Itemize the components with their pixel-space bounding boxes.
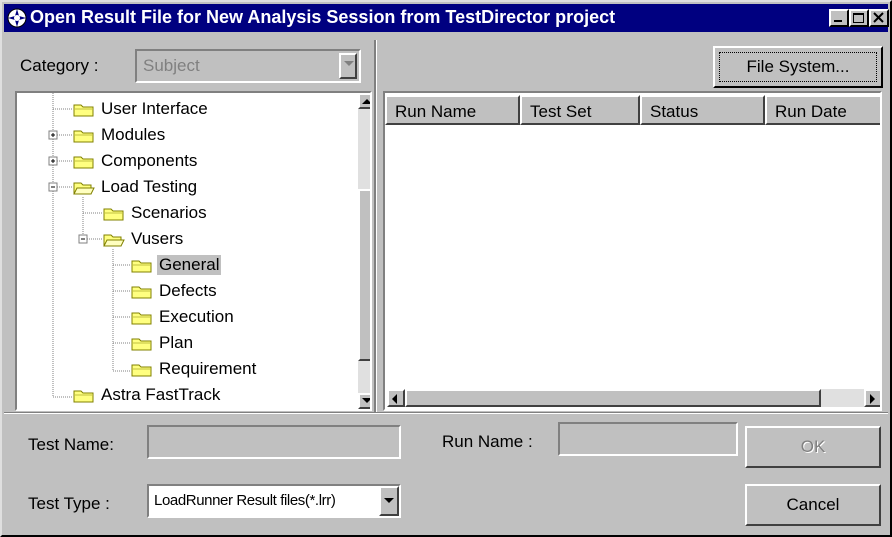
tree-item-label: Execution bbox=[159, 307, 234, 326]
folder-icon bbox=[73, 102, 95, 123]
separator bbox=[4, 412, 888, 414]
horizontal-scroll-thumb[interactable] bbox=[405, 389, 821, 407]
arrow-down-icon bbox=[362, 398, 370, 403]
column-header-label: Run Name bbox=[395, 102, 477, 121]
close-button[interactable] bbox=[869, 9, 889, 27]
folder-tree[interactable]: User Interface Modules Components Load Test… bbox=[15, 91, 372, 411]
run-name-field[interactable] bbox=[558, 422, 738, 456]
column-header-label: Test Set bbox=[530, 102, 592, 121]
tree-item[interactable]: Defects bbox=[131, 279, 347, 305]
minimize-button[interactable] bbox=[829, 9, 849, 27]
column-header-run-name[interactable]: Run Name bbox=[385, 95, 520, 125]
scroll-right-button[interactable] bbox=[864, 389, 880, 407]
category-dropdown[interactable]: Subject bbox=[135, 49, 361, 83]
minimize-icon bbox=[834, 20, 842, 22]
cancel-label: Cancel bbox=[786, 495, 840, 514]
tree-item[interactable]: Components bbox=[73, 149, 347, 175]
tree-vertical-scrollbar[interactable] bbox=[358, 93, 370, 409]
chevron-down-icon bbox=[384, 498, 394, 503]
tree-item-label: Astra FastTrack bbox=[101, 385, 221, 404]
tree-item-label: Scenarios bbox=[131, 203, 207, 222]
tree-item-label: Modules bbox=[101, 125, 166, 144]
folder-open-icon bbox=[73, 180, 95, 201]
category-value: Subject bbox=[143, 56, 200, 75]
column-header-status[interactable]: Status bbox=[640, 95, 765, 125]
test-type-value: LoadRunner Result files(*.lrr) bbox=[154, 492, 336, 509]
results-table[interactable]: Run Name Test Set Status Run Date bbox=[383, 91, 882, 411]
tree-item[interactable]: Execution bbox=[131, 305, 347, 331]
tree-item-label: User Interface bbox=[101, 99, 208, 118]
ok-label: OK bbox=[800, 437, 826, 456]
test-type-dropdown-button[interactable] bbox=[379, 486, 399, 516]
focus-rect bbox=[719, 52, 877, 82]
category-dropdown-button[interactable] bbox=[339, 53, 357, 79]
tree-item[interactable]: Modules bbox=[73, 123, 347, 149]
folder-icon bbox=[131, 310, 153, 331]
scroll-left-button[interactable] bbox=[387, 389, 405, 407]
tree-item[interactable]: Plan bbox=[131, 331, 347, 357]
run-name-label: Run Name : bbox=[442, 432, 533, 451]
test-name-field[interactable] bbox=[147, 425, 401, 459]
folder-icon bbox=[73, 128, 95, 149]
tree-item[interactable]: Load Testing bbox=[73, 175, 347, 201]
folder-icon bbox=[73, 154, 95, 175]
scroll-down-button[interactable] bbox=[358, 393, 370, 409]
list-horizontal-scrollbar[interactable] bbox=[387, 389, 880, 407]
folder-icon bbox=[131, 336, 153, 357]
tree-item[interactable]: User Interface bbox=[73, 97, 347, 123]
tree-item[interactable]: Vusers bbox=[103, 227, 347, 253]
app-icon bbox=[7, 8, 27, 28]
tree-item[interactable]: Astra FastTrack bbox=[73, 383, 347, 409]
splitter[interactable] bbox=[374, 40, 377, 414]
tree-item-label: Vusers bbox=[131, 229, 184, 248]
tree-item-label: Defects bbox=[159, 281, 217, 300]
test-type-dropdown[interactable]: LoadRunner Result files(*.lrr) bbox=[147, 484, 401, 518]
arrow-left-icon bbox=[392, 394, 397, 404]
ok-button[interactable]: OK bbox=[745, 426, 881, 468]
dialog-window: Open Result File for New Analysis Sessio… bbox=[0, 0, 892, 537]
folder-open-icon bbox=[103, 232, 125, 253]
scroll-up-button[interactable] bbox=[358, 93, 370, 109]
tree-item-label: Components bbox=[101, 151, 198, 170]
file-system-button[interactable]: File System... bbox=[713, 46, 883, 88]
maximize-icon bbox=[853, 13, 864, 23]
column-header-label: Status bbox=[650, 102, 699, 121]
tree-item[interactable]: General bbox=[131, 253, 347, 279]
column-header-run-date[interactable]: Run Date bbox=[765, 95, 880, 125]
tree-item[interactable]: Scenarios bbox=[103, 201, 347, 227]
scroll-thumb[interactable] bbox=[358, 189, 370, 361]
tree-item-label: Requirement bbox=[159, 359, 257, 378]
arrow-up-icon bbox=[362, 99, 370, 104]
column-header-label: Run Date bbox=[775, 102, 847, 121]
test-type-label: Test Type : bbox=[28, 494, 110, 513]
close-icon bbox=[873, 12, 884, 23]
chevron-down-icon bbox=[344, 61, 354, 66]
folder-icon bbox=[131, 362, 153, 383]
folder-icon bbox=[103, 206, 125, 227]
folder-icon bbox=[131, 284, 153, 305]
maximize-button[interactable] bbox=[849, 9, 869, 27]
tree-item-label: Load Testing bbox=[101, 177, 198, 196]
tree-item-label: General bbox=[157, 255, 222, 275]
title-bar[interactable]: Open Result File for New Analysis Sessio… bbox=[4, 4, 889, 32]
tree-item[interactable]: Requirement bbox=[131, 357, 347, 383]
column-header-test-set[interactable]: Test Set bbox=[520, 95, 640, 125]
category-label: Category : bbox=[20, 56, 99, 75]
folder-icon bbox=[131, 258, 153, 279]
tree-item-label: Plan bbox=[159, 333, 194, 352]
test-name-label: Test Name: bbox=[28, 435, 114, 454]
window-title: Open Result File for New Analysis Sessio… bbox=[30, 7, 616, 27]
arrow-right-icon bbox=[870, 394, 875, 404]
folder-icon bbox=[73, 388, 95, 409]
cancel-button[interactable]: Cancel bbox=[745, 484, 881, 526]
